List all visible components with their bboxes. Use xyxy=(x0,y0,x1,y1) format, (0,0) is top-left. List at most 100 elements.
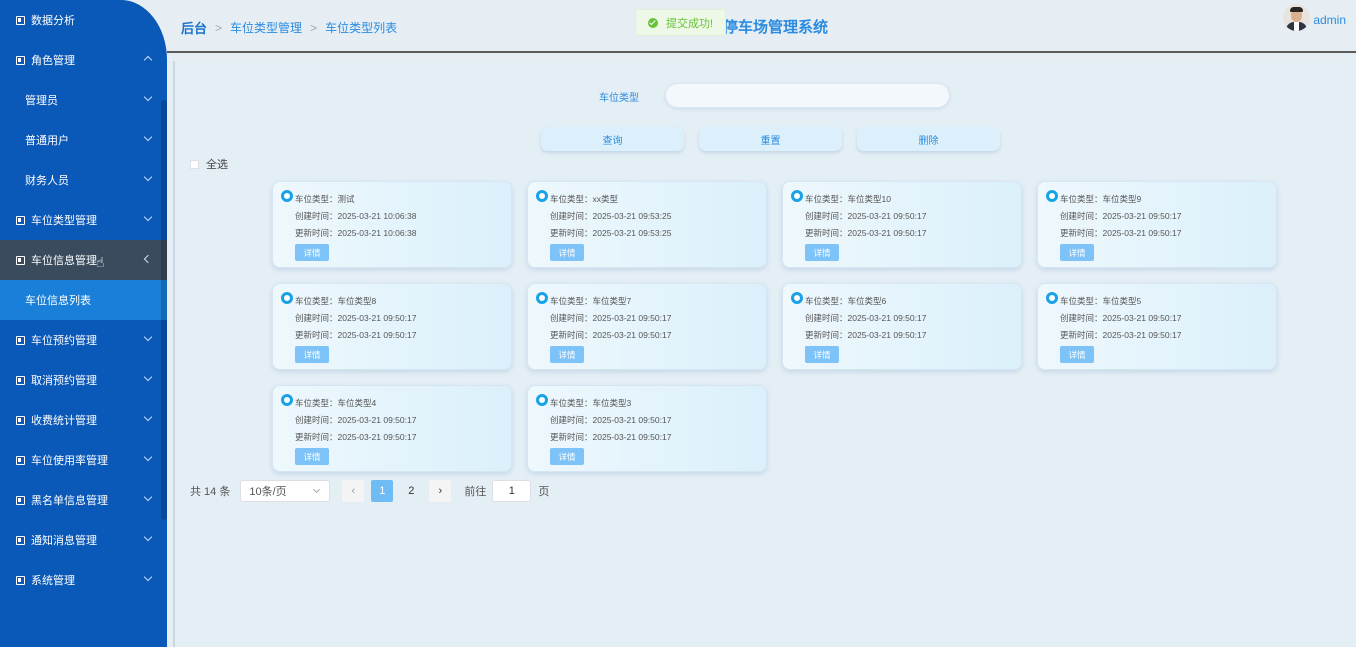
page-size-select[interactable]: 10条/页 xyxy=(240,480,331,502)
card-updated-value: 2025-03-21 09:50:17 xyxy=(337,330,417,340)
sidebar-item[interactable]: 车位预约管理 xyxy=(0,320,167,360)
radio-icon[interactable] xyxy=(536,190,548,202)
card-updated-label: 更新时间： xyxy=(550,228,593,238)
chevron-down-icon xyxy=(143,492,153,502)
sidebar-item[interactable]: 车位类型管理 xyxy=(0,200,167,240)
radio-icon[interactable] xyxy=(791,190,803,202)
card-created-row: 创建时间：2025-03-21 09:50:17 xyxy=(295,414,416,426)
card-created-label: 创建时间： xyxy=(295,313,338,323)
detail-button[interactable]: 详情 xyxy=(550,244,584,261)
radio-icon[interactable] xyxy=(281,190,293,202)
card-created-value: 2025-03-21 09:50:17 xyxy=(592,415,672,425)
card-type-label: 车位类型： xyxy=(295,296,338,306)
sidebar-item[interactable]: 车位信息管理 xyxy=(0,240,167,280)
sidebar-item[interactable]: 收费统计管理 xyxy=(0,400,167,440)
detail-button[interactable]: 详情 xyxy=(805,346,839,363)
radio-icon[interactable] xyxy=(281,394,293,406)
card-updated-value: 2025-03-21 10:06:38 xyxy=(337,228,417,238)
card-updated-value: 2025-03-21 09:50:17 xyxy=(847,228,927,238)
sidebar-item[interactable]: 车位使用率管理 xyxy=(0,440,167,480)
detail-button[interactable]: 详情 xyxy=(1060,346,1094,363)
avatar[interactable] xyxy=(1283,4,1310,31)
radio-icon[interactable] xyxy=(791,292,803,304)
query-button[interactable]: 查询 xyxy=(541,127,684,151)
chevron-down-icon xyxy=(143,572,153,582)
sidebar-item-label: 车位使用率管理 xyxy=(31,455,108,467)
breadcrumb-item: 车位类型列表 xyxy=(325,21,398,35)
reset-button[interactable]: 重置 xyxy=(699,127,842,151)
detail-button[interactable]: 详情 xyxy=(295,448,329,465)
prev-page-button[interactable]: ‹ xyxy=(342,480,365,502)
sidebar-item[interactable]: 角色管理 xyxy=(0,40,167,80)
sidebar-item-label: 车位信息管理 xyxy=(31,255,97,267)
toast-message: 提交成功! xyxy=(666,17,714,30)
parking-type-card[interactable]: 车位类型：车位类型5 创建时间：2025-03-21 09:50:17 更新时间：2… xyxy=(1037,283,1277,370)
card-updated-row: 更新时间：2025-03-21 09:50:17 xyxy=(550,329,671,341)
card-type-row: 车位类型：测试 xyxy=(295,193,355,205)
card-updated-value: 2025-03-21 09:53:25 xyxy=(592,228,672,238)
sidebar-item-label: 通知消息管理 xyxy=(31,535,97,547)
sidebar-item-label: 角色管理 xyxy=(31,55,75,67)
parking-type-card[interactable]: 车位类型：车位类型7 创建时间：2025-03-21 09:50:17 更新时间：2… xyxy=(527,283,767,370)
sidebar-scrollbar[interactable] xyxy=(161,100,167,520)
card-created-label: 创建时间： xyxy=(295,415,338,425)
pagination: 共 14 条 10条/页 ‹ 1 2 › 前往 1 页 xyxy=(190,480,549,502)
sidebar-item-label: 收费统计管理 xyxy=(31,415,97,427)
breadcrumb-home[interactable]: 后台 xyxy=(181,18,207,37)
card-updated-row: 更新时间：2025-03-21 09:50:17 xyxy=(550,431,671,443)
detail-button[interactable]: 详情 xyxy=(1060,244,1094,261)
chevron-down-icon xyxy=(143,212,153,222)
parking-type-card[interactable]: 车位类型：车位类型8 创建时间：2025-03-21 09:50:17 更新时间：2… xyxy=(272,283,512,370)
chevron-down-icon xyxy=(313,485,321,494)
sidebar-item[interactable]: 数据分析 xyxy=(0,0,167,40)
radio-icon[interactable] xyxy=(536,292,548,304)
select-all[interactable]: 全选 xyxy=(190,156,228,172)
breadcrumb-item[interactable]: 车位类型管理 xyxy=(230,19,302,36)
sidebar-item[interactable]: 系统管理 xyxy=(0,560,167,600)
parking-type-card[interactable]: 车位类型：车位类型6 创建时间：2025-03-21 09:50:17 更新时间：2… xyxy=(782,283,1022,370)
sidebar-item[interactable]: 取消预约管理 xyxy=(0,360,167,400)
sidebar-item[interactable]: 车位信息列表 xyxy=(0,280,167,320)
card-type-value: 车位类型9 xyxy=(1102,194,1142,204)
radio-icon[interactable] xyxy=(536,394,548,406)
username[interactable]: admin xyxy=(1313,13,1346,27)
detail-button[interactable]: 详情 xyxy=(550,448,584,465)
next-page-button[interactable]: › xyxy=(429,480,452,502)
detail-button[interactable]: 详情 xyxy=(805,244,839,261)
radio-icon[interactable] xyxy=(1046,190,1058,202)
parking-type-card[interactable]: 车位类型：车位类型10 创建时间：2025-03-21 09:50:17 更新时间：… xyxy=(782,181,1022,268)
delete-button[interactable]: 删除 xyxy=(857,127,1000,151)
parking-type-card[interactable]: 车位类型：车位类型9 创建时间：2025-03-21 09:50:17 更新时间：2… xyxy=(1037,181,1277,268)
menu-icon xyxy=(16,15,25,25)
parking-type-card[interactable]: 车位类型：xx类型 创建时间：2025-03-21 09:53:25 更新时间：20… xyxy=(527,181,767,268)
parking-type-card[interactable]: 车位类型：车位类型3 创建时间：2025-03-21 09:50:17 更新时间：2… xyxy=(527,385,767,472)
card-updated-row: 更新时间：2025-03-21 10:06:38 xyxy=(295,227,416,239)
select-all-checkbox[interactable] xyxy=(190,159,199,169)
card-updated-label: 更新时间： xyxy=(295,432,338,442)
card-type-label: 车位类型： xyxy=(550,296,593,306)
detail-button[interactable]: 详情 xyxy=(295,244,329,261)
menu-icon xyxy=(16,55,25,65)
sidebar-item[interactable]: 财务人员 xyxy=(0,160,167,200)
card-created-row: 创建时间：2025-03-21 09:50:17 xyxy=(1060,210,1181,222)
menu-icon xyxy=(16,375,25,385)
sidebar-item[interactable]: 普通用户 xyxy=(0,120,167,160)
card-type-label: 车位类型： xyxy=(805,194,848,204)
detail-button[interactable]: 详情 xyxy=(295,346,329,363)
detail-button[interactable]: 详情 xyxy=(550,346,584,363)
radio-icon[interactable] xyxy=(1046,292,1058,304)
parking-type-search-input[interactable] xyxy=(665,83,950,108)
parking-type-card[interactable]: 车位类型：测试 创建时间：2025-03-21 10:06:38 更新时间：2025… xyxy=(272,181,512,268)
parking-type-card[interactable]: 车位类型：车位类型4 创建时间：2025-03-21 09:50:17 更新时间：2… xyxy=(272,385,512,472)
page-button[interactable]: 1 xyxy=(371,480,394,502)
card-created-value: 2025-03-21 09:50:17 xyxy=(592,313,672,323)
sidebar-item[interactable]: 黑名单信息管理 xyxy=(0,480,167,520)
menu-icon xyxy=(16,455,25,465)
sidebar-item[interactable]: 通知消息管理 xyxy=(0,520,167,560)
card-updated-label: 更新时间： xyxy=(805,228,848,238)
sidebar-item[interactable]: 管理员 xyxy=(0,80,167,120)
breadcrumb-separator-icon: > xyxy=(215,20,223,35)
goto-page-input[interactable]: 1 xyxy=(492,480,532,502)
page-button[interactable]: 2 xyxy=(400,480,422,502)
radio-icon[interactable] xyxy=(281,292,293,304)
